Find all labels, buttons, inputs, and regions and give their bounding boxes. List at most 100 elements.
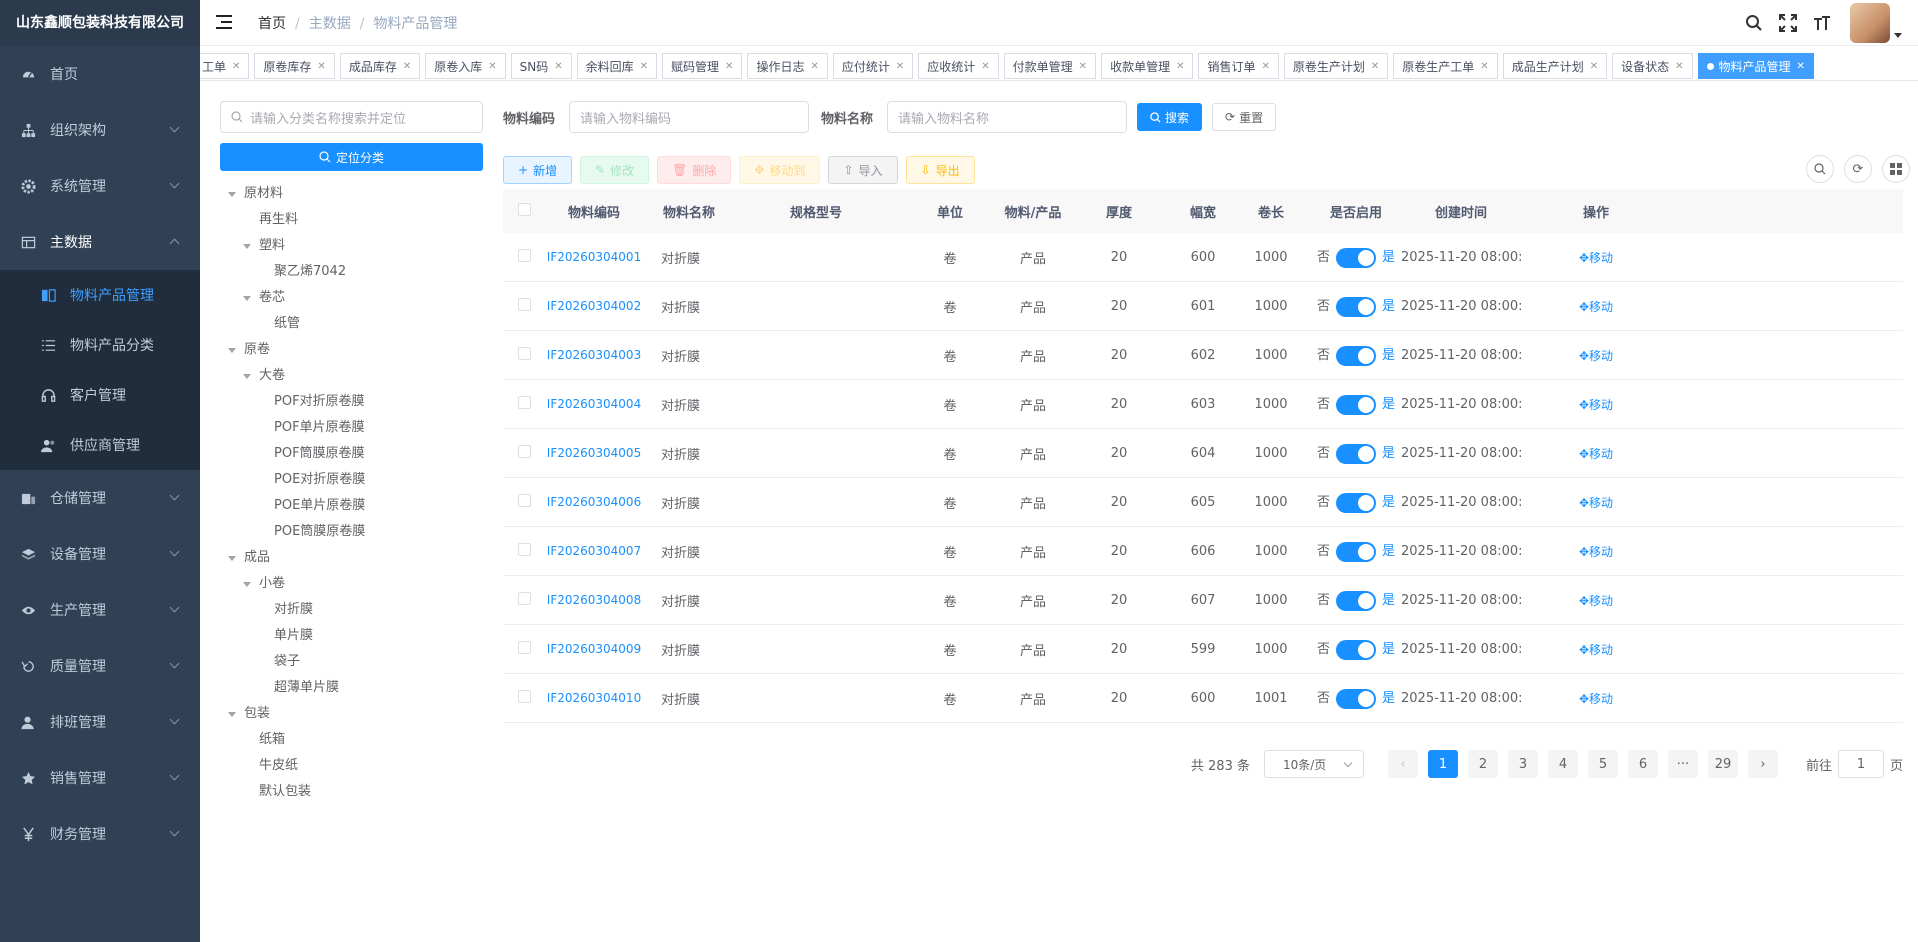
tree-node[interactable]: 包装 <box>220 701 483 727</box>
tree-node[interactable]: 超薄单片膜 <box>220 675 483 701</box>
tab-1[interactable]: 原卷库存 ✕ <box>254 53 335 79</box>
close-icon[interactable]: ✕ <box>554 61 562 72</box>
tab-0[interactable]: 工单 ✕ <box>200 53 250 79</box>
enabled-switch[interactable] <box>1336 394 1376 415</box>
move-action-link[interactable]: ✥移动 <box>1579 447 1613 461</box>
tab-12[interactable]: 销售订单 ✕ <box>1198 53 1279 79</box>
close-icon[interactable]: ✕ <box>488 61 496 72</box>
sidebar-item-2[interactable]: 系统管理 <box>0 158 200 214</box>
tab-4[interactable]: SN码 ✕ <box>510 53 572 79</box>
delete-button[interactable]: 🗑 删除 <box>657 156 732 184</box>
caret-down-icon[interactable] <box>228 555 236 561</box>
row-checkbox[interactable] <box>517 640 531 654</box>
close-icon[interactable]: ✕ <box>981 61 989 72</box>
tab-7[interactable]: 操作日志 ✕ <box>747 53 828 79</box>
tree-node[interactable]: 袋子 <box>220 649 483 675</box>
breadcrumb-home[interactable]: 首页 <box>258 16 286 32</box>
close-icon[interactable]: ✕ <box>725 61 733 72</box>
search-icon[interactable] <box>1744 13 1764 33</box>
tree-node[interactable]: 纸管 <box>220 311 483 337</box>
import-button[interactable]: ⇧ 导入 <box>828 156 898 184</box>
close-icon[interactable]: ✕ <box>1675 61 1683 72</box>
tree-node[interactable]: 小卷 <box>220 571 483 597</box>
tab-6[interactable]: 赋码管理 ✕ <box>662 53 743 79</box>
sidebar-item-6[interactable]: 生产管理 <box>0 582 200 638</box>
material-code-link[interactable]: IF20260304002 <box>547 299 641 313</box>
move-action-link[interactable]: ✥移动 <box>1579 692 1613 706</box>
tree-node[interactable]: 大卷 <box>220 363 483 389</box>
row-checkbox[interactable] <box>517 297 531 311</box>
edit-button[interactable]: ✎ 修改 <box>580 156 650 184</box>
goto-page-input[interactable]: 1 <box>1837 750 1884 778</box>
export-button[interactable]: ⇩ 导出 <box>905 156 975 184</box>
sidebar-item-3[interactable]: 主数据 <box>0 214 200 270</box>
tab-10[interactable]: 付款单管理 ✕ <box>1003 53 1097 79</box>
close-icon[interactable]: ✕ <box>1079 61 1087 72</box>
caret-down-icon[interactable] <box>228 347 236 353</box>
caret-down-icon[interactable] <box>243 373 251 379</box>
close-icon[interactable]: ✕ <box>232 61 240 72</box>
material-code-link[interactable]: IF20260304008 <box>547 593 641 607</box>
prev-page-button[interactable]: ‹ <box>1387 750 1418 778</box>
sidebar-item-0[interactable]: 首页 <box>0 46 200 102</box>
close-icon[interactable]: ✕ <box>1590 61 1598 72</box>
sidebar-item-4[interactable]: 仓储管理 <box>0 470 200 526</box>
move-to-button[interactable]: ✥ 移动到 <box>739 156 821 184</box>
material-code-link[interactable]: IF20260304010 <box>547 691 641 705</box>
enabled-switch[interactable] <box>1336 688 1376 709</box>
enabled-switch[interactable] <box>1336 296 1376 317</box>
fullscreen-icon[interactable] <box>1778 13 1798 33</box>
page-button[interactable]: 4 <box>1547 750 1578 778</box>
sidebar-item-9[interactable]: 销售管理 <box>0 750 200 806</box>
page-button[interactable]: 1 <box>1427 750 1458 778</box>
sidebar-subitem-1[interactable]: 物料产品分类 <box>0 320 200 370</box>
font-size-icon[interactable] <box>1812 13 1832 33</box>
material-code-link[interactable]: IF20260304001 <box>547 250 641 264</box>
search-button[interactable]: 搜索 <box>1137 103 1203 131</box>
close-icon[interactable]: ✕ <box>1480 61 1488 72</box>
page-button[interactable]: 3 <box>1507 750 1538 778</box>
row-checkbox[interactable] <box>517 346 531 360</box>
close-icon[interactable]: ✕ <box>1797 61 1805 72</box>
tab-8[interactable]: 应付统计 ✕ <box>832 53 914 79</box>
caret-down-icon[interactable] <box>243 243 251 249</box>
close-icon[interactable]: ✕ <box>810 61 818 72</box>
page-button[interactable]: 2 <box>1467 750 1498 778</box>
close-icon[interactable]: ✕ <box>1176 61 1184 72</box>
material-name-input[interactable]: 请输入物料名称 <box>887 101 1128 133</box>
sidebar-item-8[interactable]: 排班管理 <box>0 694 200 750</box>
page-button[interactable]: 6 <box>1627 750 1658 778</box>
close-icon[interactable]: ✕ <box>1261 61 1269 72</box>
tab-15[interactable]: 成品生产计划 ✕ <box>1502 53 1608 79</box>
next-page-button[interactable]: › <box>1747 750 1778 778</box>
tree-node[interactable]: POF单片原卷膜 <box>220 415 483 441</box>
tab-17[interactable]: 物料产品管理 ✕ <box>1697 53 1814 79</box>
tree-node[interactable]: 聚乙烯7042 <box>220 259 483 285</box>
move-action-link[interactable]: ✥移动 <box>1579 349 1613 363</box>
sidebar-item-7[interactable]: 质量管理 <box>0 638 200 694</box>
material-code-link[interactable]: IF20260304004 <box>547 397 641 411</box>
row-checkbox[interactable] <box>517 395 531 409</box>
select-all-checkbox[interactable] <box>517 202 531 216</box>
move-action-link[interactable]: ✥移动 <box>1579 398 1613 412</box>
tab-3[interactable]: 原卷入库 ✕ <box>425 53 506 79</box>
close-icon[interactable]: ✕ <box>640 61 648 72</box>
tree-node[interactable]: POF对折原卷膜 <box>220 389 483 415</box>
caret-down-icon[interactable] <box>228 191 236 197</box>
close-icon[interactable]: ✕ <box>896 61 904 72</box>
move-action-link[interactable]: ✥移动 <box>1579 300 1613 314</box>
tab-9[interactable]: 应收统计 ✕ <box>918 53 999 79</box>
tree-node[interactable]: POE单片原卷膜 <box>220 493 483 519</box>
tab-14[interactable]: 原卷生产工单 ✕ <box>1393 53 1498 79</box>
tab-11[interactable]: 收款单管理 ✕ <box>1101 53 1194 79</box>
material-code-link[interactable]: IF20260304007 <box>547 544 641 558</box>
material-code-link[interactable]: IF20260304006 <box>547 495 641 509</box>
enabled-switch[interactable] <box>1336 492 1376 513</box>
caret-down-icon[interactable] <box>243 581 251 587</box>
tree-node[interactable]: 对折膜 <box>220 597 483 623</box>
tree-node[interactable]: POF筒膜原卷膜 <box>220 441 483 467</box>
move-action-link[interactable]: ✥移动 <box>1579 545 1613 559</box>
tree-node[interactable]: 塑料 <box>220 233 483 259</box>
tree-node[interactable]: 卷芯 <box>220 285 483 311</box>
row-checkbox[interactable] <box>517 248 531 262</box>
